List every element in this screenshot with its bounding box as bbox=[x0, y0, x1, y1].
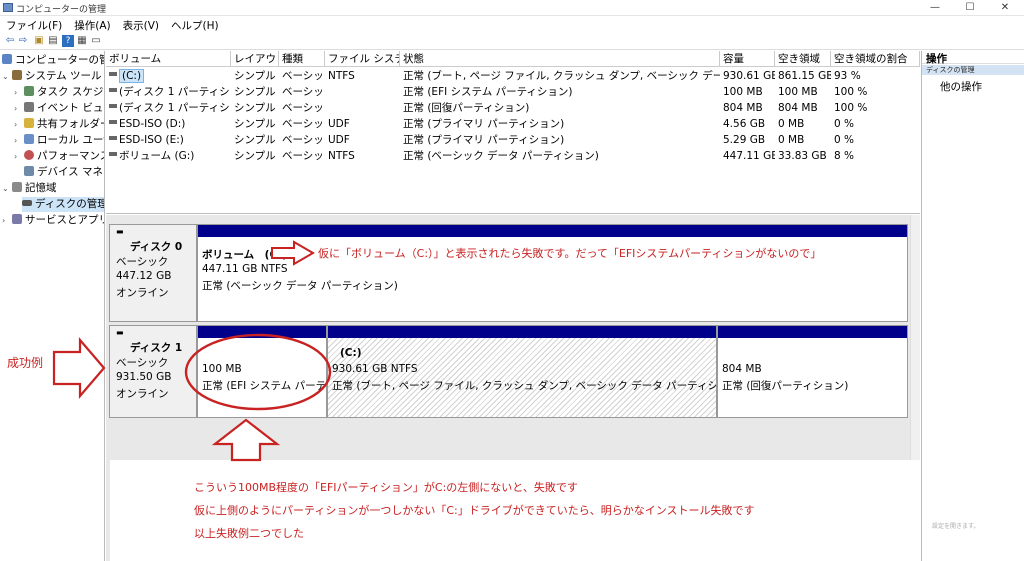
annotation-overlay bbox=[52, 240, 332, 462]
up-arrow-annotation bbox=[211, 418, 281, 462]
annotation-success: 成功例 bbox=[7, 356, 44, 370]
right-arrow-annotation bbox=[271, 240, 315, 266]
efi-circle-annotation bbox=[184, 333, 332, 411]
annotation-top-note: 仮に「ボリューム（C:）」と表示されたら失敗です。だって「EFIシステムパーティ… bbox=[318, 247, 822, 260]
success-arrow-annotation bbox=[52, 337, 106, 399]
